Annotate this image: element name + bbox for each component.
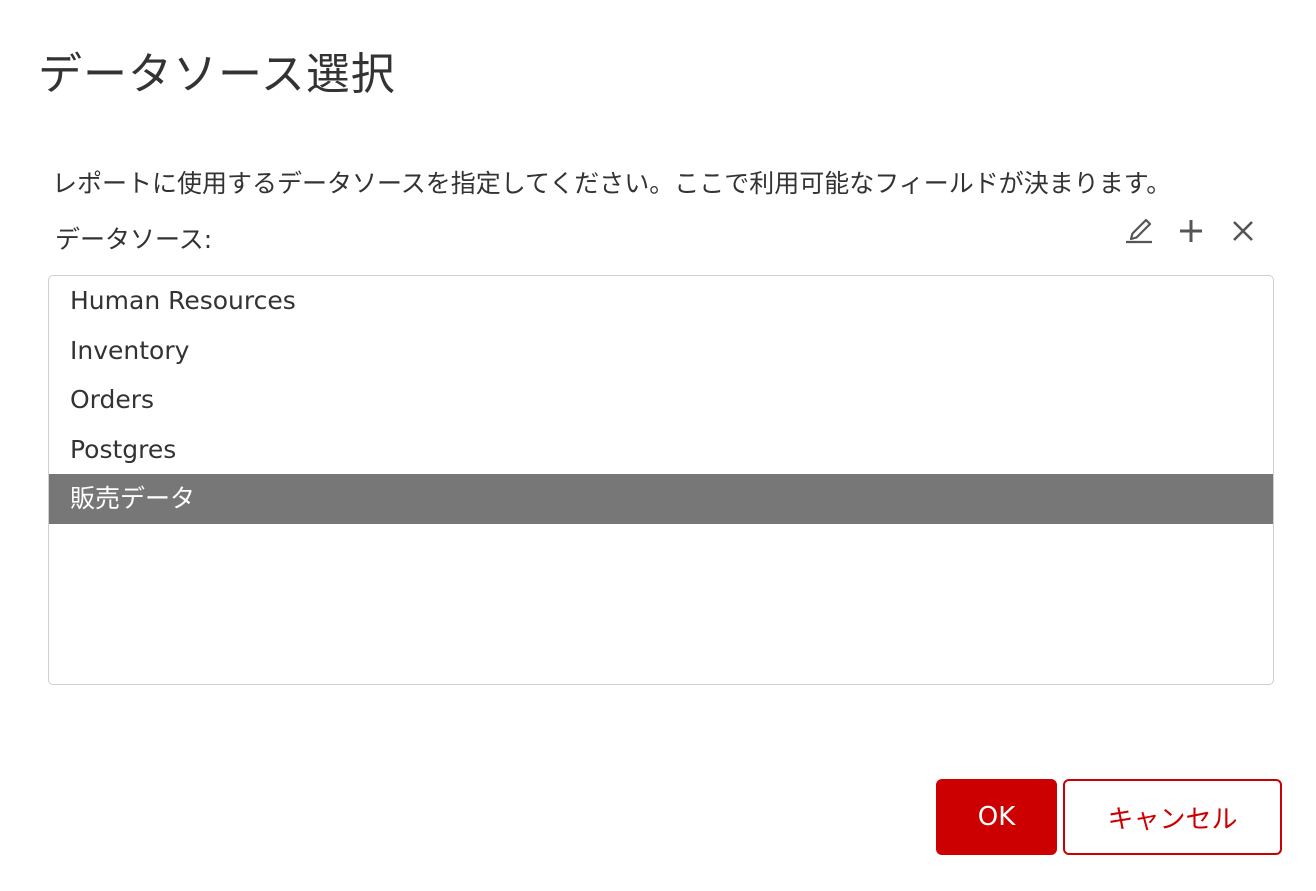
datasource-select-dialog: データソース選択 レポートに使用するデータソースを指定してください。ここで利用可… <box>0 0 1316 891</box>
list-item-postgres[interactable]: Postgres <box>49 425 1273 475</box>
dialog-description: レポートに使用するデータソースを指定してください。ここで利用可能なフィールドが決… <box>52 169 1172 198</box>
list-item-orders[interactable]: Orders <box>49 375 1273 425</box>
list-item-inventory[interactable]: Inventory <box>49 326 1273 376</box>
ok-button[interactable]: OK <box>936 779 1057 855</box>
cancel-button[interactable]: キャンセル <box>1063 779 1282 855</box>
datasource-field-label: データソース: <box>55 225 213 254</box>
edit-datasource-button[interactable] <box>1122 212 1156 250</box>
datasource-listbox[interactable]: Human Resources Inventory Orders Postgre… <box>48 275 1274 685</box>
plus-icon <box>1178 218 1204 244</box>
remove-datasource-button[interactable] <box>1226 212 1260 250</box>
dialog-title: データソース選択 <box>38 49 396 100</box>
list-item-human-resources[interactable]: Human Resources <box>49 276 1273 326</box>
pencil-icon <box>1122 216 1156 246</box>
datasource-toolbar <box>1122 212 1260 250</box>
list-item-sales-data[interactable]: 販売データ <box>49 474 1273 524</box>
close-icon <box>1231 219 1255 243</box>
add-datasource-button[interactable] <box>1174 212 1208 250</box>
